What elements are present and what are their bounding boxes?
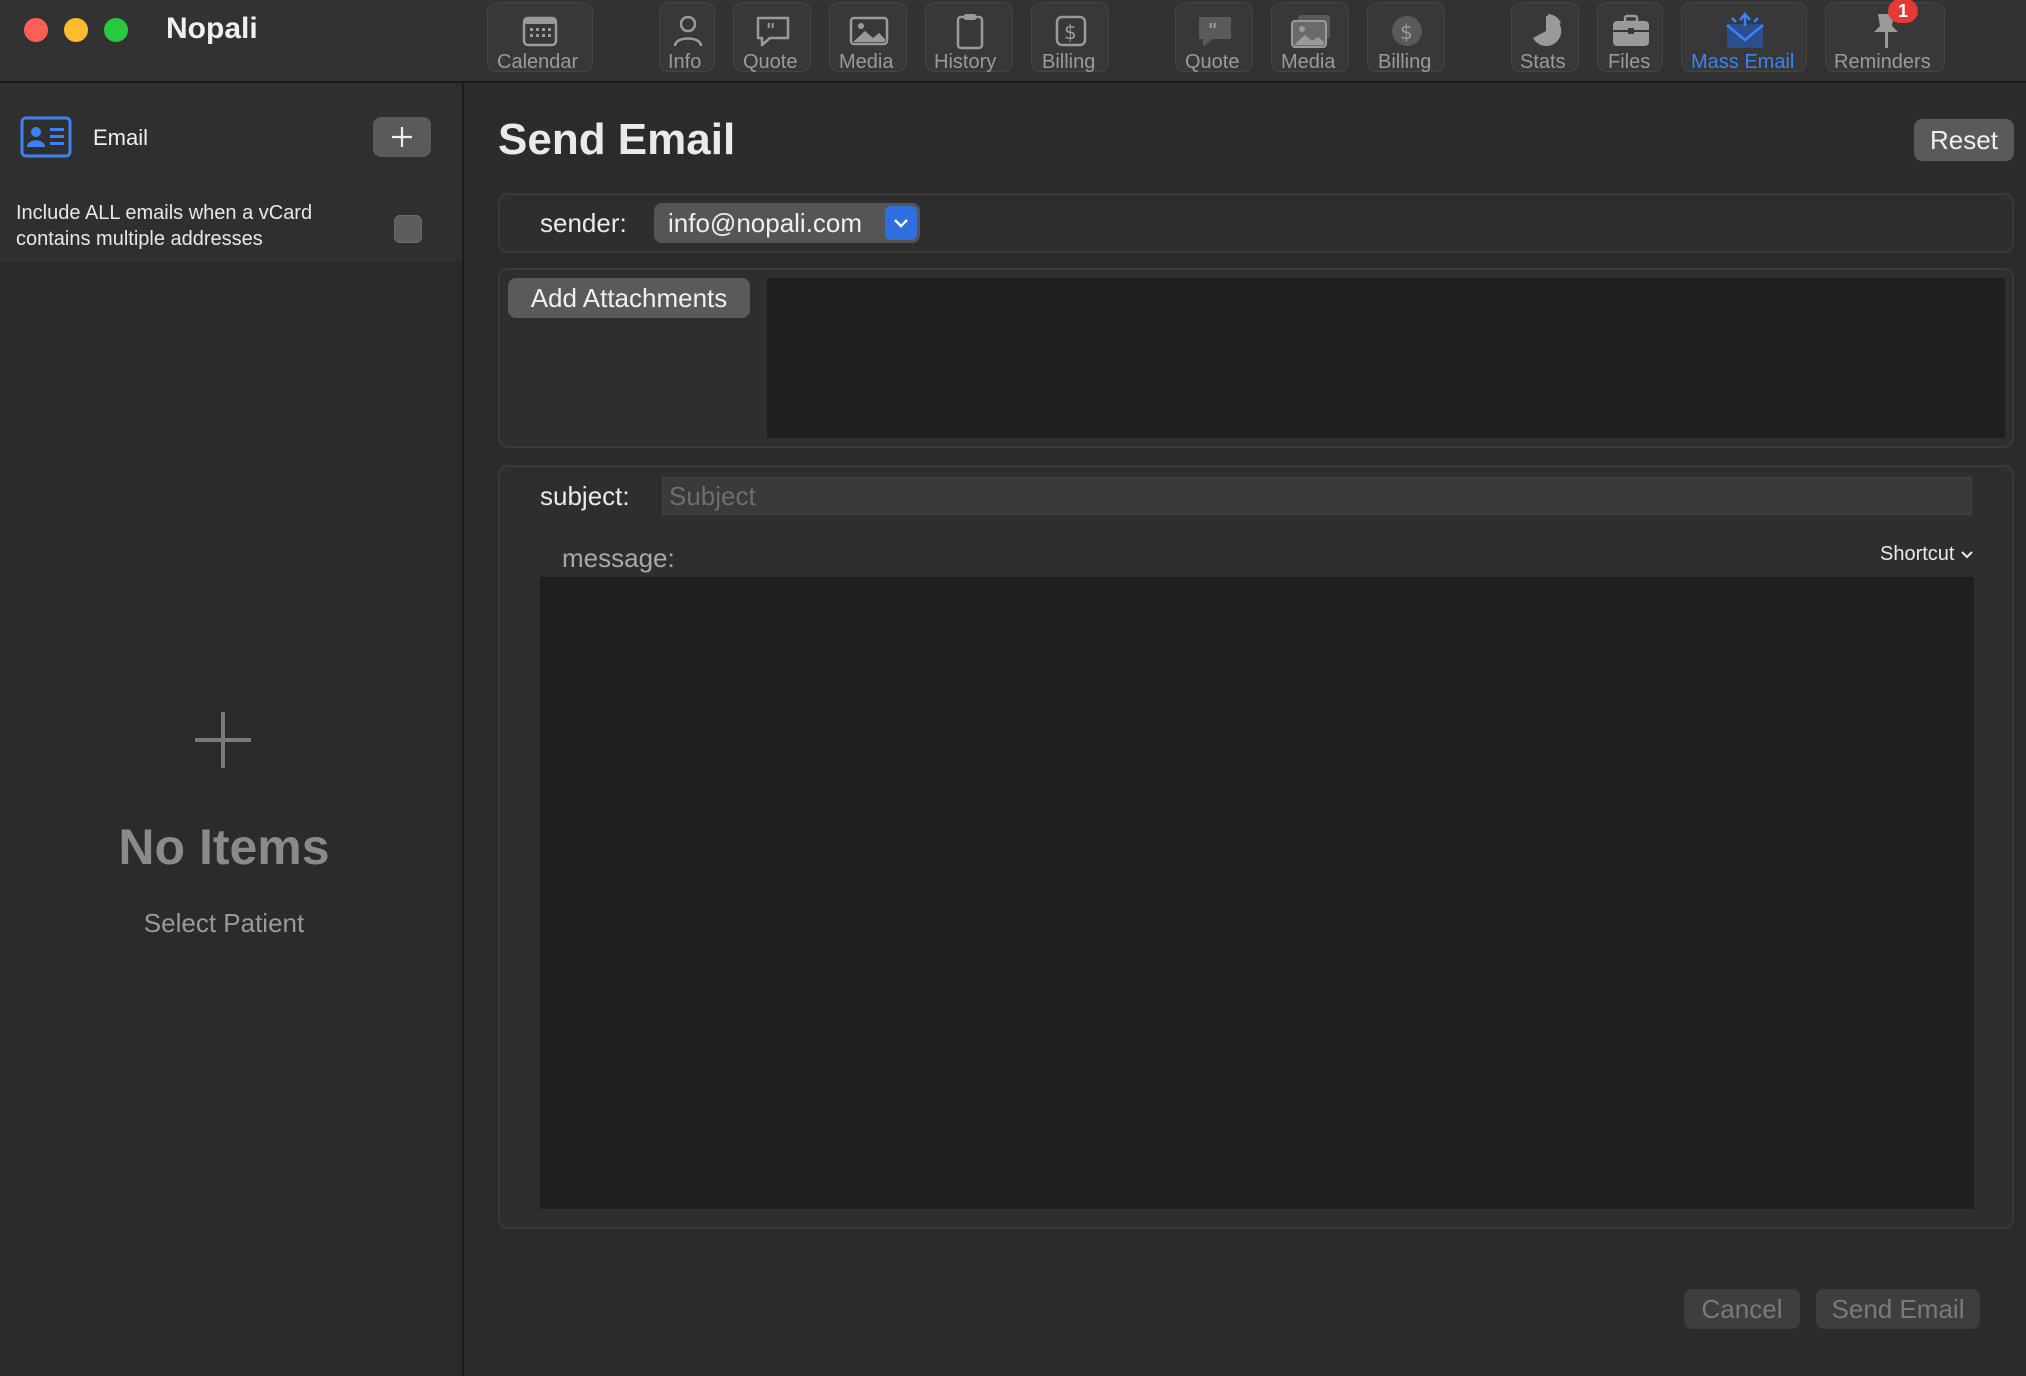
attachments-list[interactable]	[767, 278, 2005, 438]
shortcut-menu[interactable]: Shortcut	[1880, 543, 1974, 566]
sidebar-email-label: Email	[93, 125, 149, 150]
toolbar-billing-label: Billing	[1042, 51, 1096, 73]
include-all-emails-label: Include ALL emails when a vCard contains…	[16, 202, 313, 250]
toolbar-files-label: Files	[1608, 51, 1651, 73]
toolbar-media-button[interactable]: Media	[829, 2, 907, 73]
toolbar-calendar-label: Calendar	[497, 51, 579, 73]
toolbar-quote-button[interactable]: " Quote	[733, 2, 811, 73]
reset-button[interactable]: Reset	[1914, 119, 2014, 161]
toolbar-media-label: Media	[839, 51, 894, 73]
toolbar-quote-2-label: Quote	[1185, 51, 1240, 73]
toolbar-reminders-button[interactable]: 1 Reminders	[1825, 0, 1945, 73]
toolbar-history-label: History	[934, 51, 997, 73]
toolbar-files-button[interactable]: Files	[1597, 2, 1663, 73]
add-button[interactable]	[373, 117, 431, 157]
calendar-icon	[518, 11, 562, 51]
attachments-panel: Add Attachments	[498, 268, 2014, 448]
photos-stack-icon	[1289, 11, 1333, 51]
toolbar-stats-button[interactable]: Stats	[1511, 2, 1579, 73]
cancel-button[interactable]: Cancel	[1684, 1289, 1800, 1329]
dollar-circle-icon: $	[1385, 11, 1429, 51]
toolbar-info-button[interactable]: Info	[659, 2, 715, 73]
quote-bubble-filled-icon: "	[1193, 11, 1237, 51]
reminders-badge: 1	[1888, 0, 1918, 23]
plus-icon	[392, 127, 412, 147]
zoom-window-button[interactable]	[104, 18, 128, 42]
empty-state-title: No Items	[118, 819, 330, 875]
toolbar-billing-2-button[interactable]: $ Billing	[1367, 2, 1445, 73]
toolbar-media-2-button[interactable]: Media	[1271, 2, 1349, 73]
empty-plus-icon	[193, 710, 253, 770]
toolbar-mass-email-label: Mass Email	[1691, 51, 1795, 73]
toolbar-billing-2-label: Billing	[1378, 51, 1432, 73]
subject-label: subject:	[540, 481, 630, 511]
svg-text:$: $	[1400, 20, 1413, 44]
empty-state-subtitle: Select Patient	[143, 908, 305, 938]
toolbar-history-button[interactable]: History	[925, 2, 1013, 73]
toolbar-stats-label: Stats	[1520, 51, 1566, 73]
sidebar: Email Include ALL emails when a vCard co…	[0, 83, 464, 1376]
toolbar-info-label: Info	[668, 51, 702, 73]
chevron-down-icon	[1961, 550, 1974, 558]
send-email-button[interactable]: Send Email	[1816, 1289, 1980, 1329]
clipboard-icon	[948, 11, 992, 51]
close-window-button[interactable]	[24, 18, 48, 42]
toolbar-media-2-label: Media	[1281, 51, 1336, 73]
toolbar-mass-email-button[interactable]: Mass Email	[1681, 2, 1807, 73]
svg-text:": "	[1208, 20, 1217, 41]
page-title: Send Email	[498, 115, 736, 164]
toolbar-quote-label: Quote	[743, 51, 798, 73]
subject-input[interactable]	[662, 477, 1972, 515]
photo-icon	[847, 11, 891, 51]
toolbar-billing-button[interactable]: $ Billing	[1031, 2, 1109, 73]
sender-value: info@nopali.com	[668, 208, 863, 238]
sidebar-header: Email Include ALL emails when a vCard co…	[0, 83, 462, 263]
message-label: message:	[562, 543, 675, 573]
sender-panel: sender: info@nopali.com	[498, 193, 2014, 253]
sender-label: sender:	[540, 208, 627, 238]
add-attachments-button[interactable]: Add Attachments	[508, 278, 750, 318]
minimize-window-button[interactable]	[64, 18, 88, 42]
toolbar-reminders-label: Reminders	[1834, 51, 1931, 73]
pie-chart-icon	[1524, 11, 1568, 51]
quote-bubble-icon: "	[751, 11, 795, 51]
message-textarea[interactable]	[540, 577, 1974, 1209]
sender-select[interactable]: info@nopali.com	[654, 203, 920, 243]
svg-text:$: $	[1064, 20, 1077, 44]
svg-text:": "	[766, 20, 775, 41]
app-title: Nopali	[166, 12, 258, 45]
main-content: Send Email Reset sender: info@nopali.com…	[466, 83, 2026, 1376]
envelope-icon	[1723, 11, 1767, 51]
chevron-down-icon	[885, 206, 917, 240]
shortcut-label: Shortcut	[1880, 543, 1955, 565]
briefcase-icon	[1609, 11, 1653, 51]
compose-panel: subject: message: Shortcut	[498, 465, 2014, 1229]
toolbar-quote-2-button[interactable]: " Quote	[1175, 2, 1253, 73]
contact-card-icon	[20, 116, 72, 158]
toolbar: Nopali Calendar Info " Quote Media Histo…	[0, 0, 2026, 83]
toolbar-calendar-button[interactable]: Calendar	[487, 2, 593, 73]
person-icon	[666, 11, 710, 51]
dollar-icon: $	[1049, 11, 1093, 51]
include-all-emails-checkbox[interactable]	[394, 215, 422, 243]
